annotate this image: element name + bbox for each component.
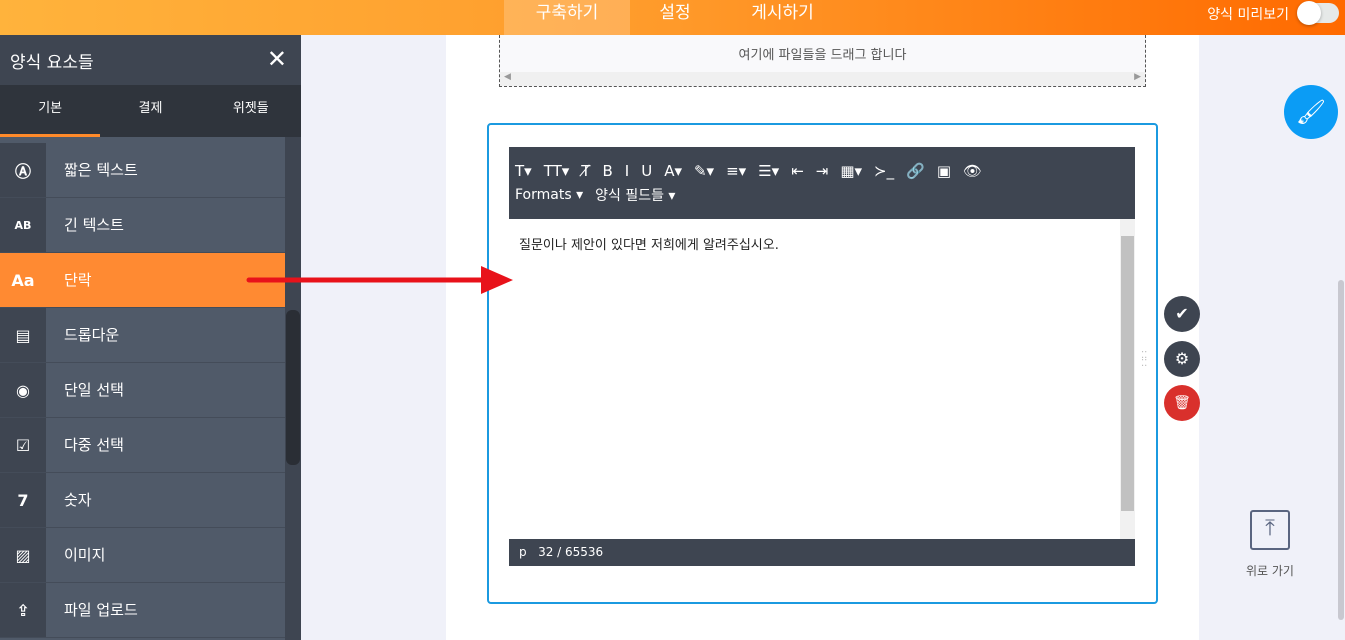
sidebar-item-long-text[interactable]: AB 긴 텍스트 bbox=[0, 198, 285, 253]
back-to-top-label[interactable]: 위로 가기 bbox=[1240, 562, 1300, 579]
sidebar-item-multiple-choice[interactable]: ☑ 다중 선택 bbox=[0, 418, 285, 473]
sidebar-item-image[interactable]: ▨ 이미지 bbox=[0, 528, 285, 583]
dropdown-icon: ▤ bbox=[0, 308, 46, 362]
tab-payment[interactable]: 결제 bbox=[100, 85, 200, 137]
paint-roller-button[interactable]: 🖌 bbox=[1284, 85, 1338, 139]
radio-icon: ◉ bbox=[0, 363, 46, 417]
align-icon[interactable]: ≡▾ bbox=[726, 162, 746, 180]
table-icon[interactable]: ▦▾ bbox=[840, 162, 862, 180]
preview-toggle[interactable] bbox=[1297, 1, 1339, 25]
red-arrow bbox=[246, 266, 513, 294]
sidebar: 양식 요소들 ✕ 기본 결제 위젯들 Ⓐ 짧은 텍스트 AB 긴 텍스트 Aa 단락 ▤… bbox=[0, 35, 301, 640]
bold-icon[interactable]: B bbox=[602, 162, 612, 180]
underline-icon[interactable]: U bbox=[641, 162, 652, 180]
item-label: 다중 선택 bbox=[64, 436, 124, 454]
sidebar-title: 양식 요소들 bbox=[10, 53, 94, 73]
preview-icon[interactable]: 👁 bbox=[963, 162, 982, 180]
highlight-icon[interactable]: ✎▾ bbox=[694, 162, 714, 180]
outdent-icon[interactable]: ⇤ bbox=[791, 162, 804, 180]
code-icon[interactable]: ≻_ bbox=[874, 162, 894, 180]
clear-format-icon[interactable]: T̸ bbox=[581, 162, 590, 180]
italic-icon[interactable]: I bbox=[625, 162, 629, 180]
item-label: 짧은 텍스트 bbox=[64, 161, 138, 179]
item-label: 파일 업로드 bbox=[64, 601, 138, 619]
image-icon: ▨ bbox=[0, 528, 46, 582]
item-label: 드롭다운 bbox=[64, 326, 120, 344]
list-icon[interactable]: ☰▾ bbox=[758, 162, 779, 180]
short-text-icon: Ⓐ bbox=[0, 143, 46, 197]
editor-toolbar: T▾ TT▾ T̸ B I U A▾ ✎▾ ≡▾ ☰▾ ⇤ ⇥ ▦▾ ≻_ 🔗 ▣ 👁 Formats ▾ 양식… bbox=[509, 147, 1135, 219]
tab-publish[interactable]: 게시하기 bbox=[735, 0, 830, 35]
item-label: 단락 bbox=[64, 271, 92, 289]
preview-label: 양식 미리보기 bbox=[1207, 7, 1289, 23]
top-bar: 구축하기 설정 게시하기 양식 미리보기 bbox=[0, 0, 1345, 35]
font-size-icon[interactable]: TT▾ bbox=[544, 162, 570, 180]
dropzone-scrollbar[interactable]: ◀ ▶ bbox=[500, 72, 1145, 86]
back-to-top-icon[interactable]: ⤒ bbox=[1250, 510, 1290, 550]
upload-icon: ⇪ bbox=[0, 583, 46, 637]
editor-status-bar: p 32 / 65536 bbox=[509, 539, 1135, 566]
page-scrollbar[interactable] bbox=[1338, 280, 1344, 620]
long-text-icon: AB bbox=[0, 198, 46, 252]
sidebar-scroll-thumb[interactable] bbox=[286, 310, 300, 465]
tab-settings[interactable]: 설정 bbox=[640, 0, 710, 35]
number-icon: 7 bbox=[0, 473, 46, 527]
file-dropzone[interactable]: 여기에 파일들을 드래그 합니다 ◀ ▶ bbox=[499, 35, 1146, 87]
settings-button[interactable]: ⚙ bbox=[1164, 341, 1200, 377]
item-label: 숫자 bbox=[64, 491, 92, 509]
tab-build[interactable]: 구축하기 bbox=[504, 0, 630, 35]
confirm-button[interactable]: ✔ bbox=[1164, 296, 1200, 332]
font-color-icon[interactable]: A▾ bbox=[664, 162, 682, 180]
item-label: 이미지 bbox=[64, 546, 106, 564]
item-label: 긴 텍스트 bbox=[64, 216, 124, 234]
editor-scroll-thumb[interactable] bbox=[1121, 236, 1134, 511]
sidebar-item-short-text[interactable]: Ⓐ 짧은 텍스트 bbox=[0, 143, 285, 198]
dropzone-text: 여기에 파일들을 드래그 합니다 bbox=[738, 48, 907, 63]
editor-content[interactable]: 질문이나 제안이 있다면 저희에게 알려주십시오. bbox=[509, 219, 1135, 539]
sidebar-item-number[interactable]: 7 숫자 bbox=[0, 473, 285, 528]
paragraph-icon: Aa bbox=[0, 253, 46, 307]
sidebar-item-paragraph[interactable]: Aa 단락 bbox=[0, 253, 285, 308]
item-label: 단일 선택 bbox=[64, 381, 124, 399]
drag-handle-icon[interactable]: ⁚⁚ ⁚⁚ bbox=[1141, 351, 1147, 369]
form-fields-dropdown[interactable]: 양식 필드들 ▾ bbox=[595, 185, 675, 205]
close-icon[interactable]: ✕ bbox=[267, 45, 287, 73]
indent-icon[interactable]: ⇥ bbox=[816, 162, 829, 180]
tab-basic[interactable]: 기본 bbox=[0, 85, 101, 137]
sidebar-item-single-choice[interactable]: ◉ 단일 선택 bbox=[0, 363, 285, 418]
sidebar-item-file-upload[interactable]: ⇪ 파일 업로드 bbox=[0, 583, 285, 638]
font-icon[interactable]: T▾ bbox=[515, 162, 532, 180]
sidebar-item-dropdown[interactable]: ▤ 드롭다운 bbox=[0, 308, 285, 363]
checkbox-icon: ☑ bbox=[0, 418, 46, 472]
formats-dropdown[interactable]: Formats ▾ bbox=[515, 187, 583, 203]
char-count: 32 / 65536 bbox=[538, 545, 604, 559]
status-tag: p bbox=[519, 545, 527, 559]
tab-widgets[interactable]: 위젯들 bbox=[201, 85, 301, 137]
delete-button[interactable]: 🗑 bbox=[1164, 385, 1200, 421]
link-icon[interactable]: 🔗 bbox=[906, 162, 925, 180]
image-icon[interactable]: ▣ bbox=[937, 162, 951, 180]
